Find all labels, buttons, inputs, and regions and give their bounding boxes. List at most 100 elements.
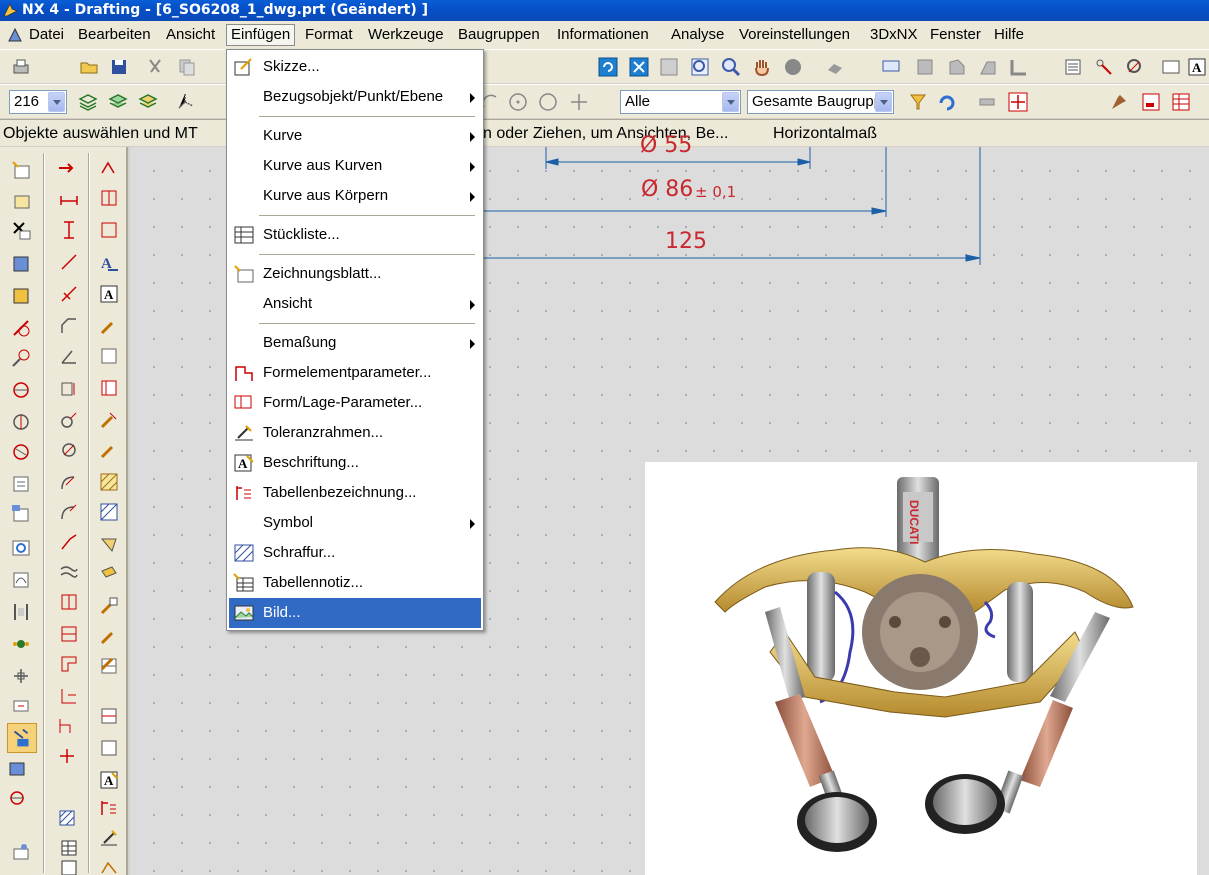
open-sheet-icon[interactable] <box>10 189 32 211</box>
offset-center-icon[interactable] <box>98 595 120 617</box>
vertical-baseline-icon[interactable] <box>56 715 78 737</box>
menu-ansicht[interactable]: Ansicht <box>162 25 219 47</box>
copy-icon[interactable] <box>176 56 198 78</box>
vertical-chain-icon[interactable] <box>58 653 80 675</box>
menu-item-stueckliste[interactable]: Stückliste... <box>229 220 481 250</box>
menu-3dxnx[interactable]: 3DxNX <box>866 25 922 47</box>
user-symbol-icon[interactable] <box>98 377 120 399</box>
fit-icon[interactable] <box>628 56 650 78</box>
id-symbol-icon[interactable] <box>98 345 120 367</box>
half-section-icon[interactable] <box>10 411 32 433</box>
table-icon[interactable] <box>1170 91 1192 113</box>
save-icon[interactable] <box>108 56 130 78</box>
projected-view-icon[interactable] <box>10 285 32 307</box>
view-dependent-icon[interactable] <box>10 503 32 525</box>
datum-feature-icon[interactable] <box>98 219 120 241</box>
radius-to-center-icon[interactable] <box>58 501 80 523</box>
layer-visibility-icon[interactable] <box>77 91 99 113</box>
menu-item-ansicht[interactable]: Ansicht <box>229 289 481 319</box>
analysis-icon[interactable] <box>1124 56 1146 78</box>
fill-area-icon[interactable] <box>98 501 120 523</box>
chevron-down-icon[interactable] <box>48 92 65 112</box>
target-point-icon[interactable] <box>98 625 120 647</box>
diameter-dimension-icon[interactable] <box>58 439 80 461</box>
break-view-icon[interactable] <box>10 441 32 463</box>
selection-scope-combo[interactable]: Gesamte Baugruppe <box>747 90 894 114</box>
folded-radius-icon[interactable] <box>58 531 80 553</box>
view-orient-icon[interactable] <box>880 56 902 78</box>
pan-icon[interactable] <box>751 56 773 78</box>
tabular-note-tool-icon[interactable] <box>58 837 80 859</box>
inserted-image[interactable]: DUCATI <box>645 462 1197 875</box>
menu-item-bild[interactable]: Bild... <box>229 598 481 628</box>
quadrant-snap-icon[interactable] <box>537 91 559 113</box>
menu-item-kurve-aus-koerpern[interactable]: Kurve aus Körpern <box>229 181 481 211</box>
view-label-icon[interactable] <box>6 757 28 779</box>
image-tool-icon[interactable] <box>7 723 37 753</box>
assembly-icon[interactable] <box>10 633 32 655</box>
weld-symbol-icon[interactable] <box>98 409 120 431</box>
cylindrical-dimension-icon[interactable] <box>58 377 80 399</box>
angular-dimension-icon[interactable] <box>58 345 80 367</box>
menu-item-formelementparameter[interactable]: Formelementparameter... <box>229 358 481 388</box>
menu-item-kurve[interactable]: Kurve <box>229 121 481 151</box>
type-filter-combo[interactable]: Alle <box>620 90 741 114</box>
measure-icon[interactable] <box>1093 56 1115 78</box>
rotate-view-icon[interactable] <box>6 787 28 809</box>
horizontal-baseline-icon[interactable] <box>58 685 80 707</box>
cut-icon[interactable] <box>144 56 166 78</box>
revolved-section-icon[interactable] <box>10 379 32 401</box>
menu-item-tabellennotiz[interactable]: Tabellennotiz... <box>229 568 481 598</box>
delete-sheet-icon[interactable] <box>10 219 32 241</box>
menu-baugruppen[interactable]: Baugruppen <box>454 25 544 47</box>
symmetric-centerline-icon[interactable] <box>98 651 120 673</box>
menu-fenster[interactable]: Fenster <box>926 25 985 47</box>
table-label-tool-icon[interactable] <box>98 797 120 819</box>
note-icon[interactable] <box>98 157 120 179</box>
dimension-style-icon[interactable] <box>98 705 120 727</box>
dimension-125[interactable]: 125 <box>665 229 707 254</box>
menu-voreinstellungen[interactable]: Voreinstellungen <box>735 25 854 47</box>
menu-informationen[interactable]: Informationen <box>553 25 653 47</box>
new-sheet-icon[interactable] <box>10 159 32 181</box>
menu-datei[interactable]: Datei <box>25 25 68 47</box>
layer-move-icon[interactable] <box>107 91 129 113</box>
view-front-icon[interactable] <box>914 56 936 78</box>
chevron-down-icon[interactable] <box>722 92 739 112</box>
ordinate-dimension-icon[interactable] <box>56 745 78 767</box>
menu-analyse[interactable]: Analyse <box>667 25 728 47</box>
display-sheet-icon[interactable] <box>10 601 32 623</box>
base-view-icon[interactable] <box>10 253 32 275</box>
origin-icon[interactable] <box>10 665 32 687</box>
zoom-icon[interactable] <box>720 56 742 78</box>
window-icon[interactable] <box>1160 56 1182 78</box>
render-icon[interactable] <box>824 56 846 78</box>
fcf-icon[interactable] <box>98 187 120 209</box>
menu-item-tabellenbezeichnung[interactable]: Tabellenbezeichnung... <box>229 478 481 508</box>
shaded-icon[interactable] <box>782 56 804 78</box>
horizontal-dimension-icon[interactable] <box>58 187 80 209</box>
perpendicular-dimension-icon[interactable] <box>58 283 80 305</box>
layer-combo[interactable]: 216 <box>9 90 67 114</box>
drafting-preferences-icon[interactable] <box>10 841 32 863</box>
layer-settings-icon[interactable] <box>1062 56 1084 78</box>
vertical-dimension-icon[interactable] <box>58 219 80 241</box>
chamfer-dimension-icon[interactable] <box>58 315 80 337</box>
select-filter-icon[interactable] <box>907 91 929 113</box>
section-view-icon[interactable] <box>10 347 32 369</box>
view-top-icon[interactable] <box>977 56 999 78</box>
menu-item-bezugsobjekt[interactable]: Bezugsobjekt/Punkt/Ebene <box>229 82 481 112</box>
bolt-circle-icon[interactable] <box>98 563 120 585</box>
detail-view-icon[interactable] <box>10 317 32 339</box>
zoom-box-icon[interactable] <box>689 56 711 78</box>
menu-format[interactable]: Format <box>301 25 357 47</box>
leader-icon[interactable] <box>98 315 120 337</box>
move-view-icon[interactable] <box>10 695 32 717</box>
radius-dimension-icon[interactable] <box>58 471 80 493</box>
view-side-icon[interactable] <box>1008 56 1030 78</box>
thickness-dimension-icon[interactable] <box>58 561 80 583</box>
update-views-icon[interactable] <box>10 537 32 559</box>
center-mark-icon[interactable] <box>98 533 120 555</box>
menu-item-form-lage-parameter[interactable]: Form/Lage-Parameter... <box>229 388 481 418</box>
horizontal-chain-icon[interactable] <box>58 623 80 645</box>
